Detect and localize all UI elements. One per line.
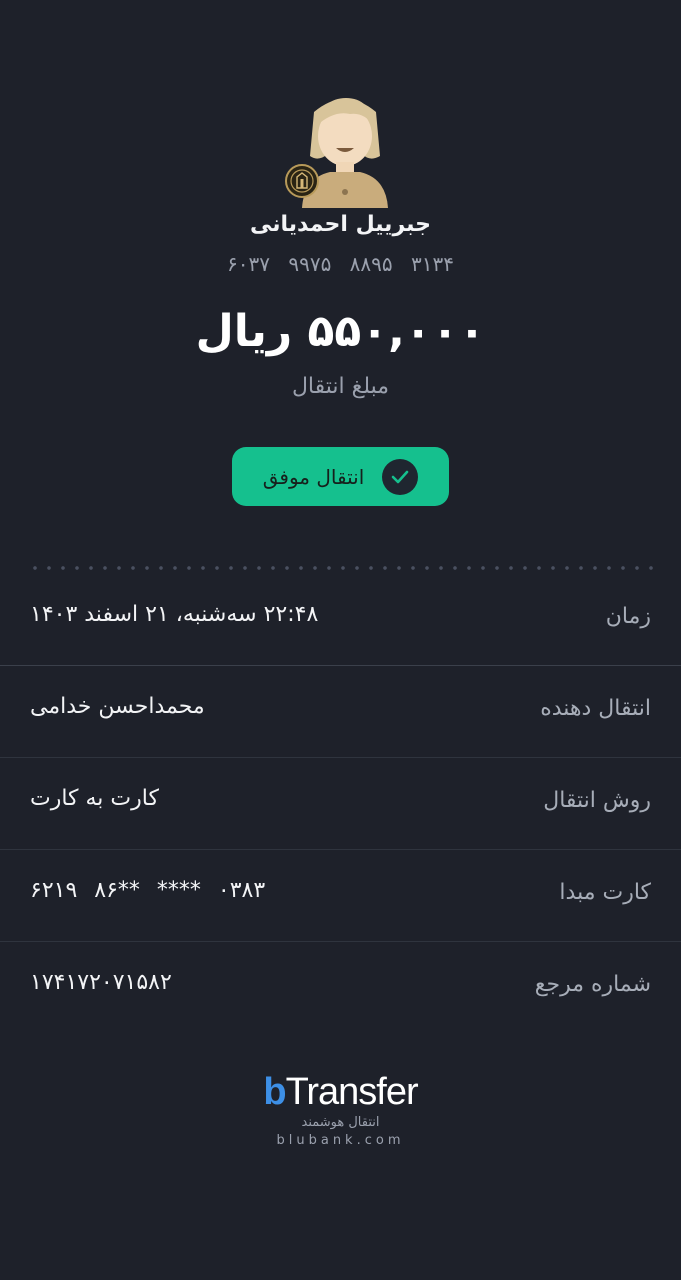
detail-value: ۲۲:۴۸ سه‌شنبه، ۲۱ اسفند ۱۴۰۳ — [30, 602, 319, 627]
detail-value: ۶۲۱۹ ۸۶** **** ۰۳۸۳ — [30, 878, 266, 903]
brand-url: blubank.com — [276, 1133, 405, 1148]
detail-row-method: روش انتقال کارت به کارت — [0, 758, 681, 850]
recipient-name: جبرییل احمدیانی — [250, 212, 431, 237]
detail-value: ۱۷۴۱۷۲۰۷۱۵۸۲ — [30, 970, 172, 995]
transfer-amount-label: مبلغ انتقال — [291, 374, 390, 399]
transfer-status-badge: انتقال موفق — [232, 447, 449, 506]
brand-tagline: انتقال هوشمند — [301, 1115, 380, 1130]
detail-label: زمان — [605, 604, 651, 629]
detail-value: کارت به کارت — [30, 786, 159, 811]
detail-row-time: زمان ۲۲:۴۸ سه‌شنبه، ۲۱ اسفند ۱۴۰۳ — [0, 574, 681, 666]
recipient-header — [0, 92, 681, 208]
detail-label: شماره مرجع — [534, 972, 651, 997]
check-circle-icon — [382, 458, 419, 495]
detail-value: محمداحسن خدامی — [30, 694, 205, 719]
detail-label: انتقال دهنده — [540, 696, 651, 721]
detail-label: کارت مبدا — [559, 880, 651, 905]
detail-label: روش انتقال — [543, 788, 651, 813]
transfer-amount: ۵۵۰,۰۰۰ ریال — [195, 306, 486, 357]
detail-row-reference: شماره مرجع ۱۷۴۱۷۲۰۷۱۵۸۲ — [0, 942, 681, 1033]
logo-text: Transfer — [285, 1071, 419, 1113]
detail-row-sender: انتقال دهنده محمداحسن خدامی — [0, 666, 681, 758]
btransfer-logo: bTransfer — [0, 1070, 681, 1114]
detail-row-source-card: کارت مبدا ۶۲۱۹ ۸۶** **** ۰۳۸۳ — [0, 850, 681, 942]
dotted-divider — [28, 566, 653, 570]
transfer-status-text: انتقال موفق — [262, 464, 365, 489]
btransfer-brand: bTransfer انتقال هوشمند blubank.com — [0, 1070, 681, 1150]
recipient-card-number: ۶۰۳۷ ۹۹۷۵ ۸۸۹۵ ۳۱۳۴ — [227, 252, 454, 276]
logo-b: b — [263, 1071, 286, 1113]
transfer-details: زمان ۲۲:۴۸ سه‌شنبه، ۲۱ اسفند ۱۴۰۳ انتقال… — [0, 574, 681, 1033]
bank-melli-logo-icon — [285, 164, 319, 198]
